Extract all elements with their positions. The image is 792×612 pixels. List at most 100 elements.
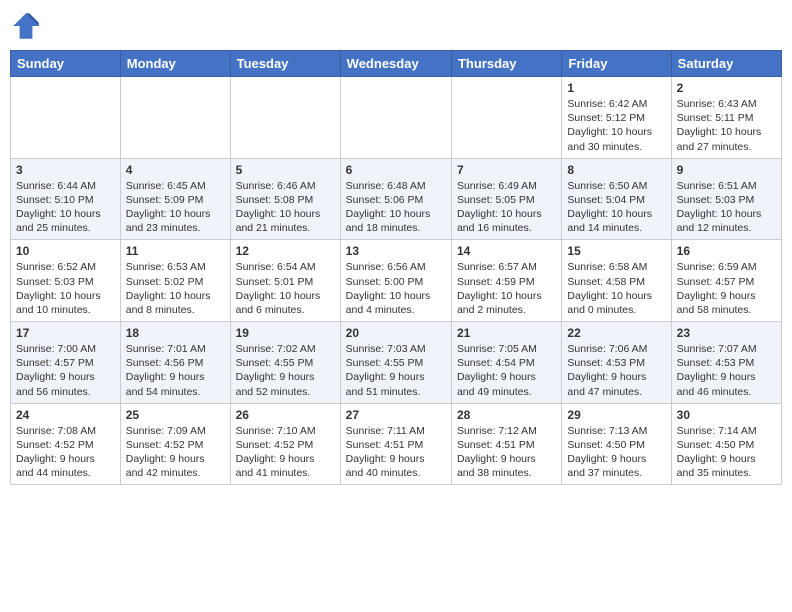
- day-info: Sunrise: 6:49 AM Sunset: 5:05 PM Dayligh…: [457, 180, 542, 235]
- calendar-cell: 14 Sunrise: 6:57 AM Sunset: 4:59 PM Dayli…: [451, 240, 561, 322]
- calendar-cell: 8 Sunrise: 6:50 AM Sunset: 5:04 PM Daylig…: [562, 158, 671, 240]
- day-number: 17: [16, 326, 115, 340]
- calendar-cell: 24 Sunrise: 7:08 AM Sunset: 4:52 PM Dayli…: [11, 403, 121, 485]
- day-number: 28: [457, 408, 556, 422]
- calendar-cell: 22Sunrise: 7:06 AM Sunset: 4:53 PM Dayli…: [562, 322, 671, 404]
- day-number: 11: [126, 244, 225, 258]
- day-info: Sunrise: 6:51 AM Sunset: 5:03 PM Dayligh…: [677, 180, 762, 235]
- calendar-week-5: 24 Sunrise: 7:08 AM Sunset: 4:52 PM Dayli…: [11, 403, 782, 485]
- day-number: 29: [567, 408, 665, 422]
- calendar-cell: 27Sunrise: 7:11 AM Sunset: 4:51 PM Dayli…: [340, 403, 451, 485]
- day-number: 6: [346, 163, 446, 177]
- day-number: 7: [457, 163, 556, 177]
- day-number: 13: [346, 244, 446, 258]
- page-header: [10, 10, 782, 42]
- day-info: Sunrise: 6:52 AM Sunset: 5:03 PM Dayligh…: [16, 261, 101, 316]
- calendar-week-3: 10 Sunrise: 6:52 AM Sunset: 5:03 PM Dayli…: [11, 240, 782, 322]
- calendar-cell: 25 Sunrise: 7:09 AM Sunset: 4:52 PM Dayli…: [120, 403, 230, 485]
- calendar-cell: 12 Sunrise: 6:54 AM Sunset: 5:01 PM Dayli…: [230, 240, 340, 322]
- day-info: Sunrise: 7:09 AM Sunset: 4:52 PM Dayligh…: [126, 425, 206, 480]
- day-info: Sunrise: 6:53 AM Sunset: 5:02 PM Dayligh…: [126, 261, 211, 316]
- day-number: 12: [236, 244, 335, 258]
- day-info: Sunrise: 7:14 AM Sunset: 4:50 PM Dayligh…: [677, 425, 757, 480]
- calendar-cell: 17 Sunrise: 7:00 AM Sunset: 4:57 PM Dayli…: [11, 322, 121, 404]
- calendar-cell: [11, 77, 121, 159]
- day-number: 25: [126, 408, 225, 422]
- day-number: 30: [677, 408, 776, 422]
- calendar-cell: 26 Sunrise: 7:10 AM Sunset: 4:52 PM Dayli…: [230, 403, 340, 485]
- day-info: Sunrise: 6:54 AM Sunset: 5:01 PM Dayligh…: [236, 261, 321, 316]
- day-number: 4: [126, 163, 225, 177]
- day-number: 21: [457, 326, 556, 340]
- calendar-cell: 7 Sunrise: 6:49 AM Sunset: 5:05 PM Daylig…: [451, 158, 561, 240]
- weekday-header-tuesday: Tuesday: [230, 51, 340, 77]
- calendar-cell: [120, 77, 230, 159]
- day-info: Sunrise: 6:56 AM Sunset: 5:00 PM Dayligh…: [346, 261, 431, 316]
- weekday-header-wednesday: Wednesday: [340, 51, 451, 77]
- calendar-cell: 29 Sunrise: 7:13 AM Sunset: 4:50 PM Dayli…: [562, 403, 671, 485]
- calendar-cell: 23 Sunrise: 7:07 AM Sunset: 4:53 PM Dayli…: [671, 322, 781, 404]
- day-number: 18: [126, 326, 225, 340]
- day-info: Sunrise: 7:02 AM Sunset: 4:55 PM Dayligh…: [236, 343, 316, 398]
- logo-icon: [10, 10, 42, 42]
- day-info: Sunrise: 7:05 AM Sunset: 4:54 PM Dayligh…: [457, 343, 537, 398]
- day-info: Sunrise: 7:12 AM Sunset: 4:51 PM Dayligh…: [457, 425, 537, 480]
- calendar-cell: 3Sunrise: 6:44 AM Sunset: 5:10 PM Daylig…: [11, 158, 121, 240]
- day-number: 14: [457, 244, 556, 258]
- calendar-cell: 1 Sunrise: 6:42 AM Sunset: 5:12 PM Daylig…: [562, 77, 671, 159]
- day-info: Sunrise: 7:10 AM Sunset: 4:52 PM Dayligh…: [236, 425, 316, 480]
- calendar-week-1: 1 Sunrise: 6:42 AM Sunset: 5:12 PM Daylig…: [11, 77, 782, 159]
- day-info: Sunrise: 7:07 AM Sunset: 4:53 PM Dayligh…: [677, 343, 757, 398]
- day-number: 16: [677, 244, 776, 258]
- calendar-cell: 28 Sunrise: 7:12 AM Sunset: 4:51 PM Dayli…: [451, 403, 561, 485]
- day-number: 5: [236, 163, 335, 177]
- calendar-cell: 15 Sunrise: 6:58 AM Sunset: 4:58 PM Dayli…: [562, 240, 671, 322]
- day-info: Sunrise: 6:48 AM Sunset: 5:06 PM Dayligh…: [346, 180, 431, 235]
- calendar-cell: [230, 77, 340, 159]
- day-number: 15: [567, 244, 665, 258]
- day-number: 23: [677, 326, 776, 340]
- day-number: 10: [16, 244, 115, 258]
- calendar-cell: 6 Sunrise: 6:48 AM Sunset: 5:06 PM Daylig…: [340, 158, 451, 240]
- calendar-cell: 21 Sunrise: 7:05 AM Sunset: 4:54 PM Dayli…: [451, 322, 561, 404]
- weekday-header-sunday: Sunday: [11, 51, 121, 77]
- day-info: Sunrise: 7:13 AM Sunset: 4:50 PM Dayligh…: [567, 425, 647, 480]
- weekday-header-row: SundayMondayTuesdayWednesdayThursdayFrid…: [11, 51, 782, 77]
- day-info: Sunrise: 7:06 AM Sunset: 4:53 PM Dayligh…: [567, 343, 647, 398]
- calendar-week-2: 3Sunrise: 6:44 AM Sunset: 5:10 PM Daylig…: [11, 158, 782, 240]
- day-info: Sunrise: 7:08 AM Sunset: 4:52 PM Dayligh…: [16, 425, 96, 480]
- calendar-week-4: 17 Sunrise: 7:00 AM Sunset: 4:57 PM Dayli…: [11, 322, 782, 404]
- day-info: Sunrise: 7:03 AM Sunset: 4:55 PM Dayligh…: [346, 343, 426, 398]
- day-info: Sunrise: 6:59 AM Sunset: 4:57 PM Dayligh…: [677, 261, 757, 316]
- calendar-cell: 30 Sunrise: 7:14 AM Sunset: 4:50 PM Dayli…: [671, 403, 781, 485]
- day-number: 24: [16, 408, 115, 422]
- calendar-cell: 9 Sunrise: 6:51 AM Sunset: 5:03 PM Daylig…: [671, 158, 781, 240]
- calendar-cell: 16 Sunrise: 6:59 AM Sunset: 4:57 PM Dayli…: [671, 240, 781, 322]
- calendar-table: SundayMondayTuesdayWednesdayThursdayFrid…: [10, 50, 782, 485]
- day-number: 27: [346, 408, 446, 422]
- calendar-cell: 2Sunrise: 6:43 AM Sunset: 5:11 PM Daylig…: [671, 77, 781, 159]
- day-info: Sunrise: 6:42 AM Sunset: 5:12 PM Dayligh…: [567, 98, 652, 153]
- day-info: Sunrise: 6:58 AM Sunset: 4:58 PM Dayligh…: [567, 261, 652, 316]
- day-number: 20: [346, 326, 446, 340]
- calendar-cell: 5 Sunrise: 6:46 AM Sunset: 5:08 PM Daylig…: [230, 158, 340, 240]
- calendar-cell: [340, 77, 451, 159]
- day-number: 26: [236, 408, 335, 422]
- day-info: Sunrise: 6:50 AM Sunset: 5:04 PM Dayligh…: [567, 180, 652, 235]
- day-info: Sunrise: 6:57 AM Sunset: 4:59 PM Dayligh…: [457, 261, 542, 316]
- calendar-cell: 10 Sunrise: 6:52 AM Sunset: 5:03 PM Dayli…: [11, 240, 121, 322]
- calendar-cell: 18 Sunrise: 7:01 AM Sunset: 4:56 PM Dayli…: [120, 322, 230, 404]
- day-number: 1: [567, 81, 665, 95]
- day-number: 8: [567, 163, 665, 177]
- day-info: Sunrise: 7:01 AM Sunset: 4:56 PM Dayligh…: [126, 343, 206, 398]
- weekday-header-saturday: Saturday: [671, 51, 781, 77]
- day-number: 19: [236, 326, 335, 340]
- day-info: Sunrise: 6:46 AM Sunset: 5:08 PM Dayligh…: [236, 180, 321, 235]
- day-info: Sunrise: 6:43 AM Sunset: 5:11 PM Dayligh…: [677, 98, 762, 153]
- day-number: 9: [677, 163, 776, 177]
- calendar-cell: 20 Sunrise: 7:03 AM Sunset: 4:55 PM Dayli…: [340, 322, 451, 404]
- logo: [10, 10, 46, 42]
- day-info: Sunrise: 6:44 AM Sunset: 5:10 PM Dayligh…: [16, 180, 101, 235]
- day-info: Sunrise: 7:00 AM Sunset: 4:57 PM Dayligh…: [16, 343, 96, 398]
- weekday-header-friday: Friday: [562, 51, 671, 77]
